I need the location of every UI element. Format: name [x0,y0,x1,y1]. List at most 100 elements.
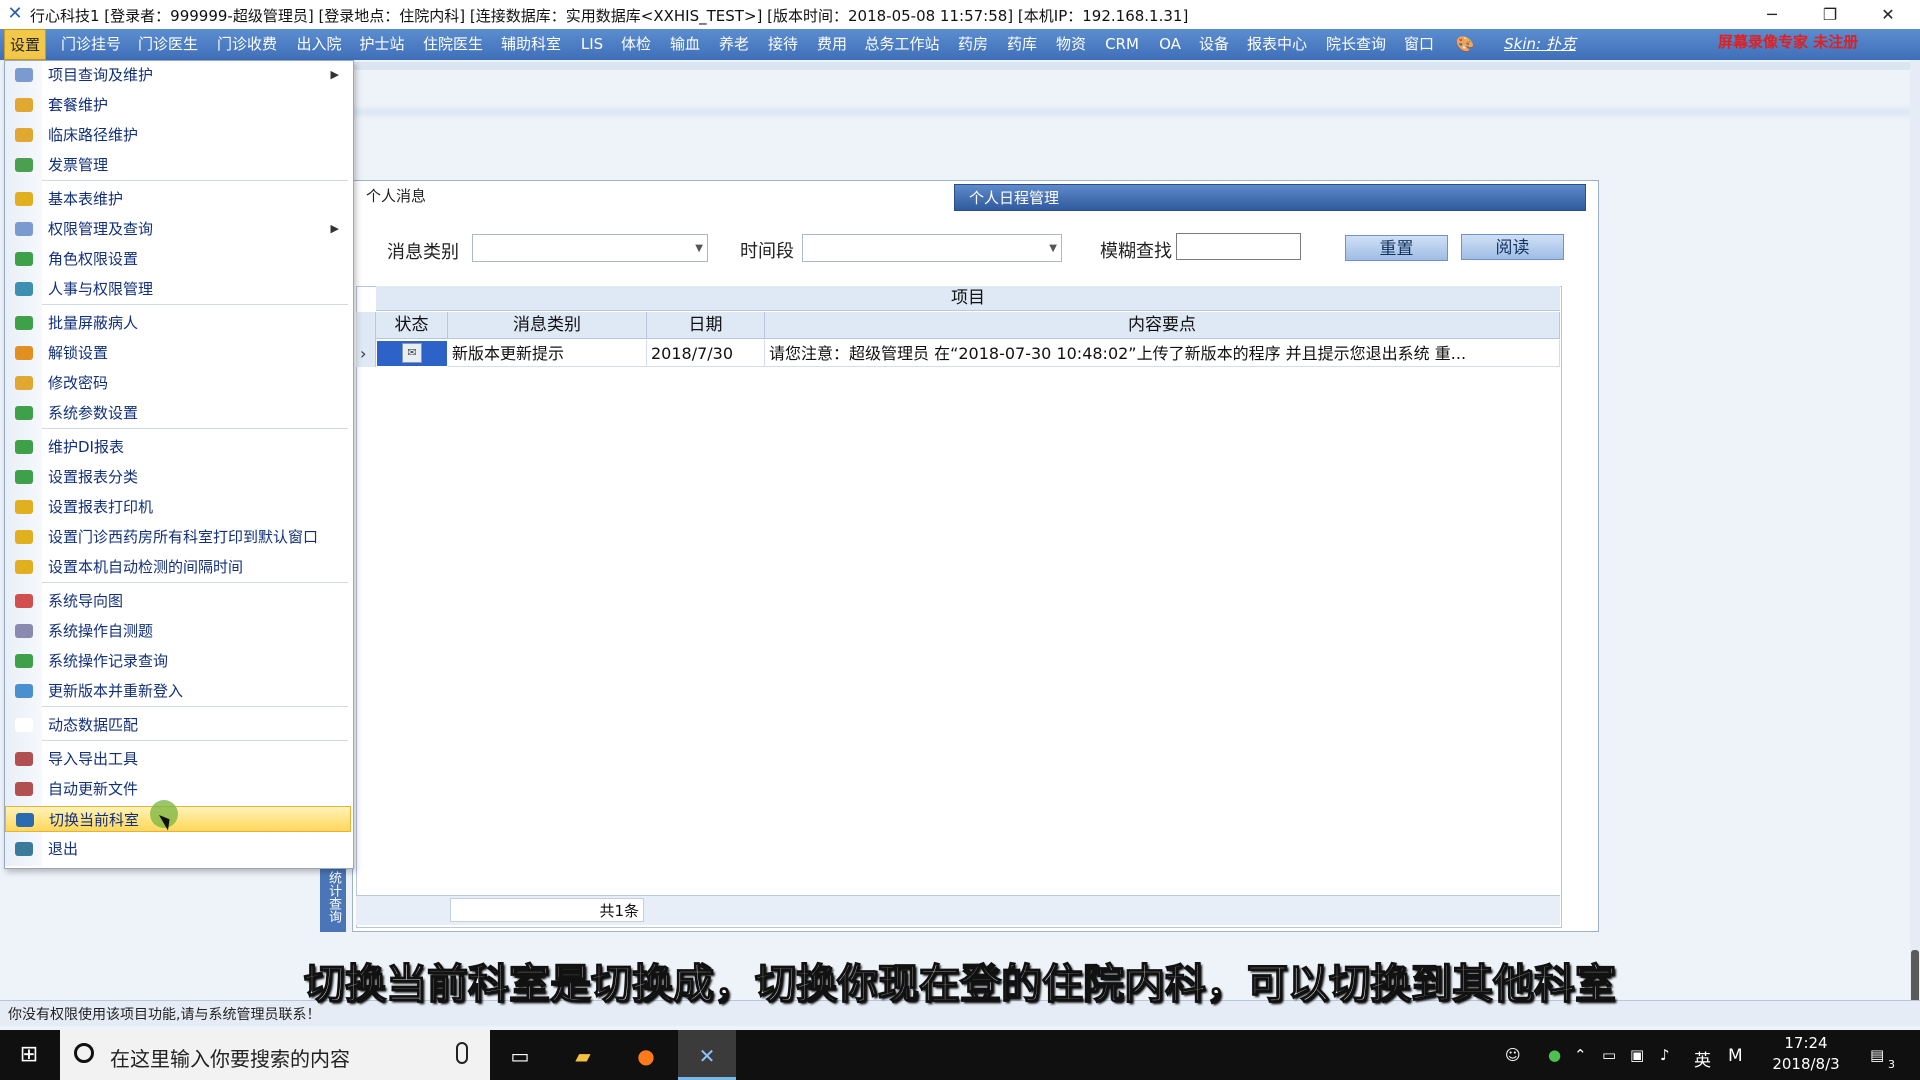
column-header-content[interactable]: 内容要点 [765,312,1560,339]
chevron-up-icon[interactable]: ⌃ [1574,1046,1587,1064]
menu-outpatient-doctor[interactable]: 门诊医生 [135,29,201,60]
menu-outpatient-billing[interactable]: 门诊收费 [214,29,280,60]
tab-personal-schedule[interactable]: 个人日程管理 [954,184,1586,211]
dynamic-data-match-icon [15,718,33,732]
menu-expenses[interactable]: 费用 [813,29,851,60]
menu-item-unlock-settings[interactable]: 解锁设置 [5,340,351,366]
menu-item-change-password[interactable]: 修改密码 [5,370,351,396]
menu-outpatient-registration[interactable]: 门诊挂号 [58,29,124,60]
column-header-date[interactable]: 日期 [647,312,765,339]
battery-icon[interactable]: ▭ [1602,1046,1616,1064]
skin-label[interactable]: Skin: 扑克 [1502,29,1578,60]
menu-item-item-query-maintain[interactable]: 项目查询及维护 ▶ [5,62,351,88]
menu-item-report-printer[interactable]: 设置报表打印机 [5,494,351,520]
menu-window[interactable]: 窗口 [1400,29,1438,60]
menu-item-permission-query[interactable]: 权限管理及查询 ▶ [5,216,351,242]
cortana-icon [74,1043,94,1063]
menu-oa[interactable]: OA [1155,29,1185,60]
menu-item-clinical-pathway[interactable]: 临床路径维护 [5,122,351,148]
microphone-icon[interactable] [456,1042,468,1064]
table-row-date[interactable]: 2018/7/30 [647,340,765,367]
menu-elderly-care[interactable]: 养老 [715,29,753,60]
menu-director-query[interactable]: 院长查询 [1323,29,1389,60]
menu-item-label: 临床路径维护 [48,126,139,144]
menu-item-exit[interactable]: 退出 [5,836,351,862]
menu-item-auto-update-files[interactable]: 自动更新文件 [5,776,351,802]
menu-item-label: 套餐维护 [48,96,109,114]
period-select[interactable]: ▼ [802,234,1062,262]
system-self-test-icon [15,624,33,638]
reset-button[interactable]: 重置 [1345,235,1448,261]
menu-physical-exam[interactable]: 体检 [617,29,655,60]
menu-item-switch-department[interactable]: 切换当前科室 [5,806,351,832]
notification-icon[interactable]: ▤ [1870,1046,1884,1064]
table-row-content[interactable]: 请您注意：超级管理员 在“2018-07-30 10:48:02”上传了新版本的… [765,340,1560,367]
menu-item-system-parameters[interactable]: 系统参数设置 [5,400,351,426]
menu-item-invoice-management[interactable]: 发票管理 [5,152,351,178]
tray-app-icon[interactable]: ● [1548,1046,1561,1064]
column-header-category[interactable]: 消息类别 [448,312,647,339]
menu-item-auto-check-interval[interactable]: 设置本机自动检测的间隔时间 [5,554,351,580]
menu-item-batch-block-patients[interactable]: 批量屏蔽病人 [5,310,351,336]
menu-general-affairs[interactable]: 总务工作站 [862,29,942,60]
change-password-icon [15,376,33,390]
report-printer-icon [15,500,33,514]
menu-item-maintain-di-report[interactable]: 维护DI报表 [5,434,351,460]
side-tab-statistics[interactable]: 统计查询 [320,862,346,932]
menu-separator [42,706,348,707]
menu-report-center[interactable]: 报表中心 [1244,29,1310,60]
task-view-icon[interactable]: ▭ [500,1036,540,1076]
menu-separator [42,428,348,429]
tab-personal-messages[interactable]: 个人消息 [352,182,952,210]
menu-item-package-maintain[interactable]: 套餐维护 [5,92,351,118]
ime-language[interactable]: 英 [1694,1046,1711,1071]
menu-materials[interactable]: 物资 [1052,29,1090,60]
menu-drug-warehouse[interactable]: 药库 [1003,29,1041,60]
volume-icon[interactable]: ♪ [1660,1046,1670,1064]
menu-nurse-station[interactable]: 护士站 [356,29,408,60]
auto-check-interval-icon [15,560,33,574]
menu-transfusion[interactable]: 输血 [666,29,704,60]
windows-start-icon[interactable]: ⊞ [0,1030,58,1080]
basic-table-maintain-icon [15,192,33,206]
network-icon[interactable]: ▣ [1630,1046,1644,1064]
skin-palette-icon[interactable]: 🎨 [1452,29,1478,60]
menu-item-role-permission[interactable]: 角色权限设置 [5,246,351,272]
column-header-status[interactable]: 状态 [376,312,448,339]
menu-pharmacy[interactable]: 药房 [954,29,992,60]
fuzzy-search-input[interactable] [1176,233,1301,260]
minimize-button[interactable]: ─ [1744,0,1800,29]
restore-button[interactable]: ❐ [1802,0,1858,29]
menu-item-label: 设置本机自动检测的间隔时间 [48,558,244,576]
menu-inpatient-doctor[interactable]: 住院医生 [420,29,486,60]
menu-item-hr-permission[interactable]: 人事与权限管理 [5,276,351,302]
menu-lis[interactable]: LIS [576,29,608,60]
menu-settings[interactable]: 设置 [4,29,46,60]
menu-item-operation-log-query[interactable]: 系统操作记录查询 [5,648,351,674]
menu-item-dynamic-data-match[interactable]: 动态数据匹配 [5,712,351,738]
category-select[interactable]: ▼ [472,234,708,262]
menu-item-import-export-tool[interactable]: 导入导出工具 [5,746,351,772]
menu-admission-discharge[interactable]: 出入院 [293,29,345,60]
menu-reception[interactable]: 接待 [764,29,802,60]
firefox-icon[interactable]: ● [626,1036,666,1076]
menu-item-label: 设置报表分类 [48,468,139,486]
hr-permission-icon [15,282,33,296]
menu-equipment[interactable]: 设备 [1195,29,1233,60]
menu-item-report-category[interactable]: 设置报表分类 [5,464,351,490]
table-row-category[interactable]: 新版本更新提示 [448,340,647,367]
ime-mode[interactable]: M [1728,1046,1743,1066]
menu-item-outpatient-print-default-window[interactable]: 设置门诊西药房所有科室打印到默认窗口 [5,524,351,550]
menu-crm[interactable]: CRM [1100,29,1144,60]
menu-item-update-and-relogin[interactable]: 更新版本并重新登入 [5,678,351,704]
people-icon[interactable]: ☺ [1505,1046,1521,1064]
menu-auxiliary-dept[interactable]: 辅助科室 [498,29,564,60]
taskbar-clock[interactable]: 17:24 2018/8/3 [1758,1033,1854,1075]
read-button[interactable]: 阅读 [1461,234,1564,260]
menu-item-system-self-test[interactable]: 系统操作自测题 [5,618,351,644]
menu-item-basic-table-maintain[interactable]: 基本表维护 [5,186,351,212]
close-button[interactable]: ✕ [1860,0,1916,29]
menu-item-system-guide-map[interactable]: 系统导向图 [5,588,351,614]
menu-separator [42,304,348,305]
file-explorer-icon[interactable]: ▰ [563,1036,603,1076]
